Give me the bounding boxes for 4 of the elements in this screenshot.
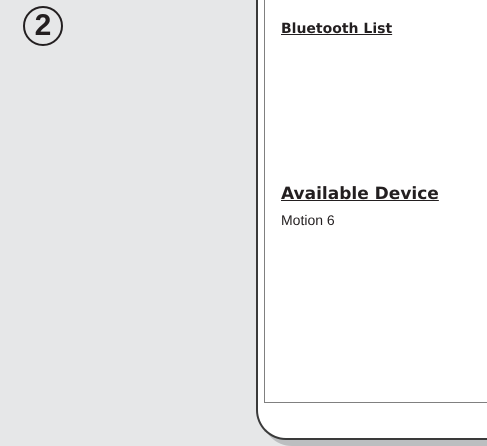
- step-number: 2: [23, 6, 63, 46]
- screen-title: Bluetooth List: [281, 21, 392, 37]
- device-item[interactable]: Motion 6: [281, 212, 335, 228]
- section-heading: Available Device: [281, 184, 439, 204]
